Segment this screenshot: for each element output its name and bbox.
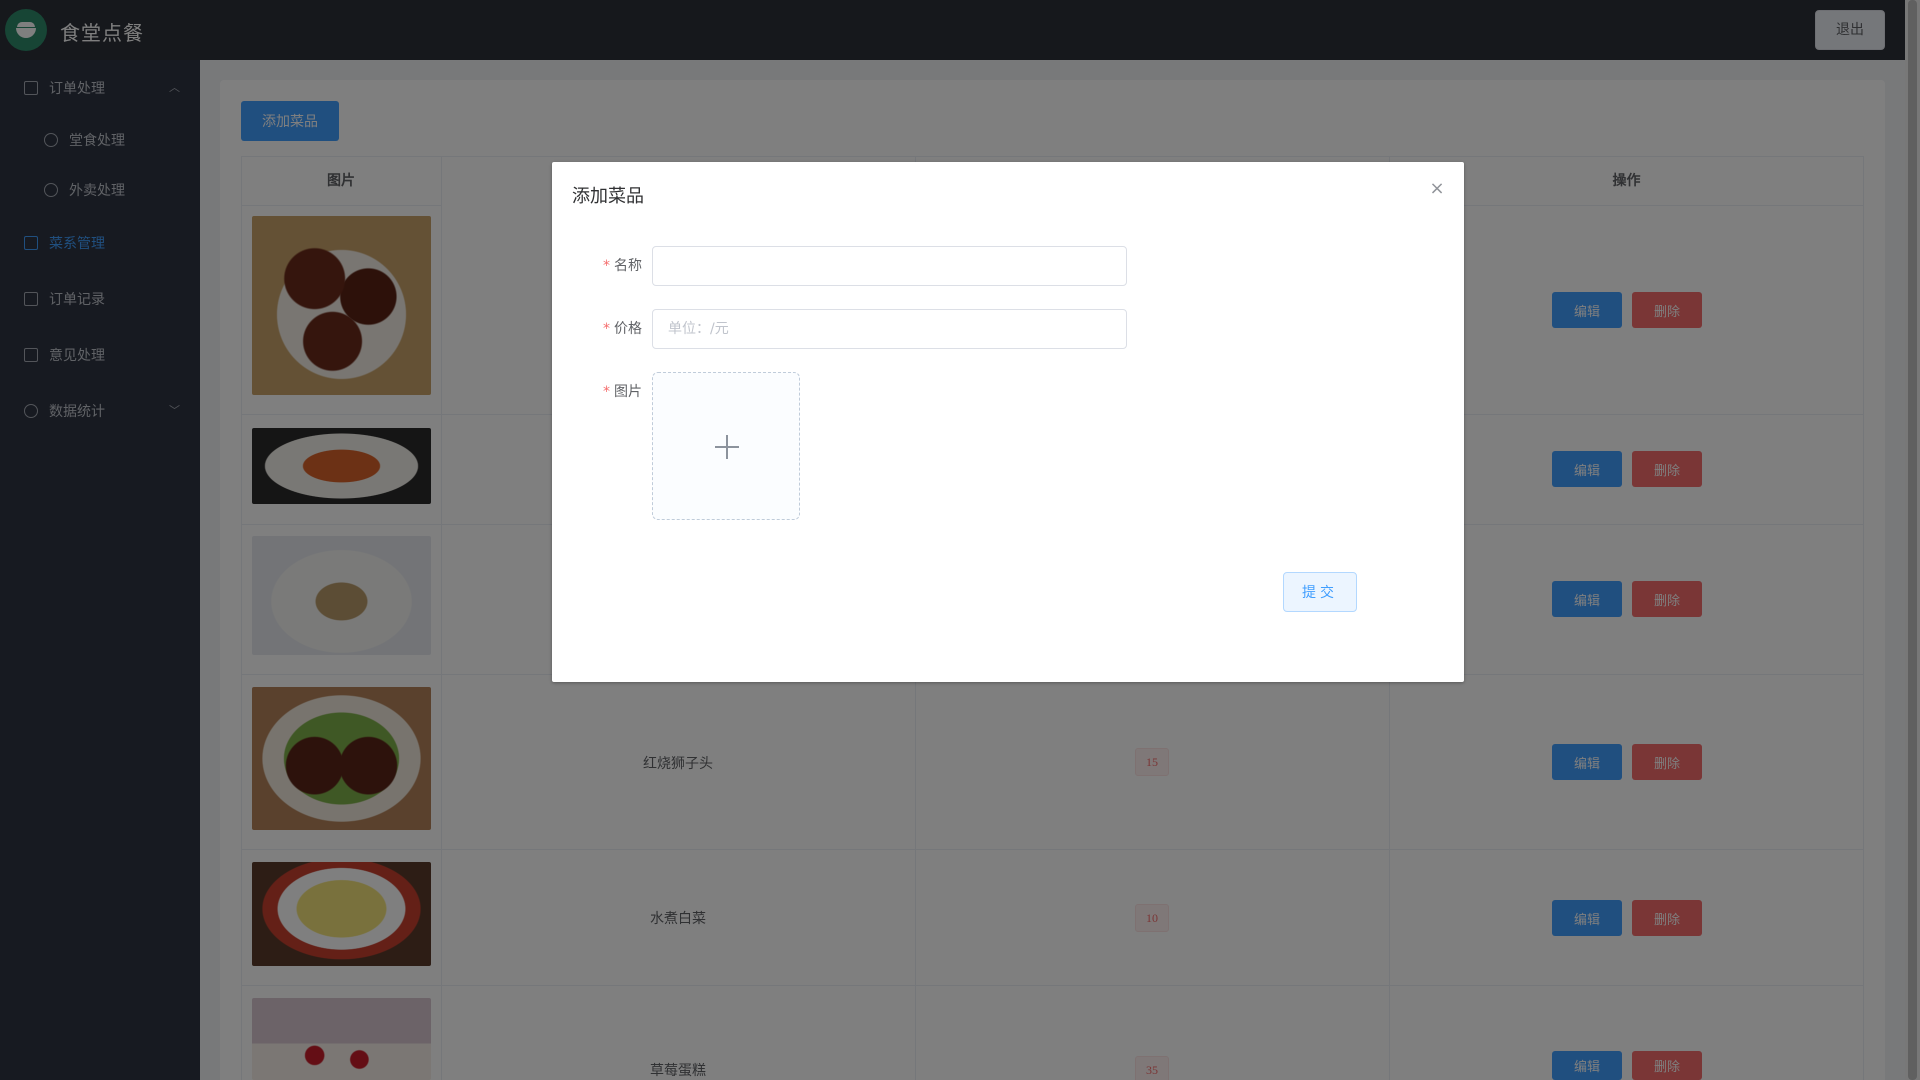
image-label-text: 图片 <box>614 384 642 400</box>
price-input[interactable] <box>652 309 1127 349</box>
dialog-title: 添加菜品 <box>572 186 644 207</box>
price-field-label: * 价格 <box>552 318 642 338</box>
close-icon[interactable]: × <box>1426 178 1448 200</box>
plus-icon <box>715 435 739 459</box>
name-label-text: 名称 <box>614 258 642 274</box>
name-input[interactable] <box>652 246 1127 286</box>
price-label-text: 价格 <box>614 321 642 337</box>
add-dish-dialog: 添加菜品 × *名称 *价格 *图片 提交 <box>552 162 1464 682</box>
image-field-label: * 图片 <box>552 381 642 401</box>
name-field-label: * 名称 <box>552 255 642 275</box>
image-uploader[interactable] <box>652 372 800 520</box>
required-mark: * <box>603 258 610 274</box>
submit-button[interactable]: 提交 <box>1283 572 1357 612</box>
required-mark: * <box>603 321 610 337</box>
required-mark: * <box>603 384 610 400</box>
